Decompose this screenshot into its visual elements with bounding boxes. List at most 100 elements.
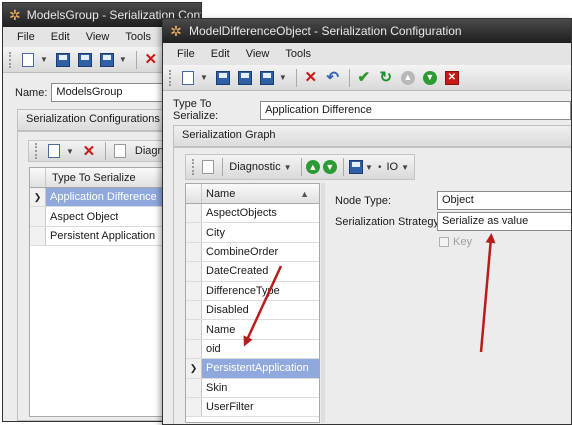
type-to-serialize-field[interactable]: Application Difference xyxy=(260,100,571,120)
menu-tools[interactable]: Tools xyxy=(125,31,151,43)
new-dropdown-icon[interactable]: ▼ xyxy=(40,55,48,64)
close-button[interactable]: ✕ xyxy=(442,68,462,88)
type-row: Type To Serialize: Application Differenc… xyxy=(173,98,571,122)
member-name[interactable]: UserFilter xyxy=(202,401,254,413)
delete-icon[interactable]: ✕ xyxy=(301,68,321,88)
new-dropdown-icon[interactable]: ▼ xyxy=(200,73,208,82)
front-titlebar: ✲ ModelDifferenceObject - Serialization … xyxy=(163,19,571,43)
menu-view[interactable]: View xyxy=(246,48,270,60)
member-name[interactable]: City xyxy=(202,227,225,239)
menu-file[interactable]: File xyxy=(177,48,195,60)
menu-view[interactable]: View xyxy=(86,31,110,43)
node-type-field[interactable]: Object xyxy=(437,191,571,210)
io-save-button[interactable] xyxy=(348,157,363,177)
graph-toolbar-grip[interactable] xyxy=(192,159,196,175)
save-new-button[interactable] xyxy=(97,50,117,70)
save-close-button[interactable] xyxy=(235,68,255,88)
move-down-button[interactable]: ▼ xyxy=(322,157,337,177)
refresh-icon[interactable]: ↻ xyxy=(376,68,396,88)
member-name[interactable]: PersistentApplication xyxy=(202,362,309,374)
grid-diagnostic-icon[interactable] xyxy=(110,141,130,161)
diagnostic-page-icon xyxy=(202,160,214,174)
member-name[interactable]: Skin xyxy=(202,382,227,394)
io-save-icon xyxy=(348,160,363,174)
members-list-header[interactable]: Name ▲ xyxy=(186,184,319,204)
diagnostic-dropdown-icon[interactable]: ▼ xyxy=(284,163,292,172)
name-column-header[interactable]: Name xyxy=(202,188,300,200)
menu-tools[interactable]: Tools xyxy=(285,48,311,60)
save-new-icon xyxy=(99,52,114,67)
save-icon xyxy=(55,52,70,67)
previous-record-icon: ▲ xyxy=(400,70,415,85)
list-item[interactable]: DateCreated xyxy=(186,262,319,282)
new-button[interactable] xyxy=(178,68,198,88)
io-dropdown-icon[interactable]: ▼ xyxy=(401,163,409,172)
list-item[interactable]: UserFilter xyxy=(186,397,319,418)
list-item[interactable]: DifferenceType xyxy=(186,281,319,301)
diagnostic-doc-icon xyxy=(113,144,126,158)
save-dropdown-icon[interactable]: ▼ xyxy=(279,73,287,82)
move-down-icon: ▼ xyxy=(322,160,337,174)
list-item[interactable]: oid xyxy=(186,339,319,360)
undo-icon[interactable]: ↶ xyxy=(323,68,343,88)
new-document-icon xyxy=(22,52,34,67)
menu-edit[interactable]: Edit xyxy=(211,48,230,60)
graph-section-header[interactable]: Serialization Graph xyxy=(173,125,571,147)
serialization-strategy-field[interactable]: Serialize as value xyxy=(437,212,571,231)
member-name[interactable]: DateCreated xyxy=(202,265,268,277)
key-checkbox[interactable] xyxy=(439,237,449,247)
grid-delete-icon[interactable]: ✕ xyxy=(79,141,99,161)
io-save-dropdown-icon[interactable]: ▼ xyxy=(365,163,373,172)
sort-ascending-icon[interactable]: ▲ xyxy=(300,189,309,199)
row-indicator xyxy=(186,262,202,281)
next-button[interactable]: ▼ xyxy=(420,68,440,88)
row-indicator xyxy=(186,223,202,242)
save-close-button[interactable] xyxy=(75,50,95,70)
member-name[interactable]: CombineOrder xyxy=(202,246,278,258)
row-indicator xyxy=(30,207,46,226)
toolbar-grip[interactable] xyxy=(9,51,13,68)
grid-toolbar-grip[interactable] xyxy=(35,143,39,159)
list-item[interactable]: AspectObjects xyxy=(186,204,319,224)
diagnostic-doc-icon[interactable] xyxy=(201,157,216,177)
name-row: Name: ModelsGroup xyxy=(15,83,182,102)
save-dropdown-icon[interactable]: ▼ xyxy=(119,55,127,64)
menu-edit[interactable]: Edit xyxy=(51,31,70,43)
list-item[interactable]: City xyxy=(186,223,319,243)
splitter[interactable] xyxy=(321,183,325,423)
io-menu[interactable]: IO xyxy=(386,161,398,173)
row-cell[interactable]: Aspect Object xyxy=(46,211,118,223)
delete-icon[interactable]: ✕ xyxy=(141,50,161,70)
list-item[interactable]: Disabled xyxy=(186,300,319,321)
diagnostic-menu[interactable]: Diagnostic xyxy=(229,161,280,173)
save-button[interactable] xyxy=(53,50,73,70)
row-indicator xyxy=(186,397,202,417)
member-name[interactable]: DifferenceType xyxy=(202,285,280,297)
toolbar-grip[interactable] xyxy=(169,69,173,86)
grid-new-dropdown-icon[interactable]: ▼ xyxy=(66,147,74,156)
grid-toolbar-separator xyxy=(104,142,106,160)
node-type-label: Node Type: xyxy=(335,195,392,207)
header-corner xyxy=(30,168,46,187)
validate-icon[interactable]: ✔ xyxy=(354,68,374,88)
list-item[interactable]: Name xyxy=(186,320,319,340)
type-to-serialize-header[interactable]: Type To Serialize xyxy=(46,172,136,184)
member-name[interactable]: Disabled xyxy=(202,304,249,316)
row-cell[interactable]: Application Difference xyxy=(46,191,157,203)
menu-file[interactable]: File xyxy=(17,31,35,43)
configurations-section-title: Serialization Configurations xyxy=(26,113,160,125)
new-button[interactable] xyxy=(18,50,38,70)
list-item[interactable]: CombineOrder xyxy=(186,242,319,263)
previous-button[interactable]: ▲ xyxy=(398,68,418,88)
row-indicator xyxy=(186,320,202,339)
list-item[interactable]: Skin xyxy=(186,378,319,398)
move-up-button[interactable]: ▲ xyxy=(305,157,320,177)
member-name[interactable]: Name xyxy=(202,324,235,336)
member-name[interactable]: AspectObjects xyxy=(202,207,277,219)
member-name[interactable]: oid xyxy=(202,343,221,355)
save-new-button[interactable] xyxy=(257,68,277,88)
list-item[interactable]: ❯ PersistentApplication xyxy=(186,359,319,379)
save-button[interactable] xyxy=(213,68,233,88)
grid-new-button[interactable] xyxy=(44,141,64,161)
row-cell[interactable]: Persistent Application xyxy=(46,230,155,242)
